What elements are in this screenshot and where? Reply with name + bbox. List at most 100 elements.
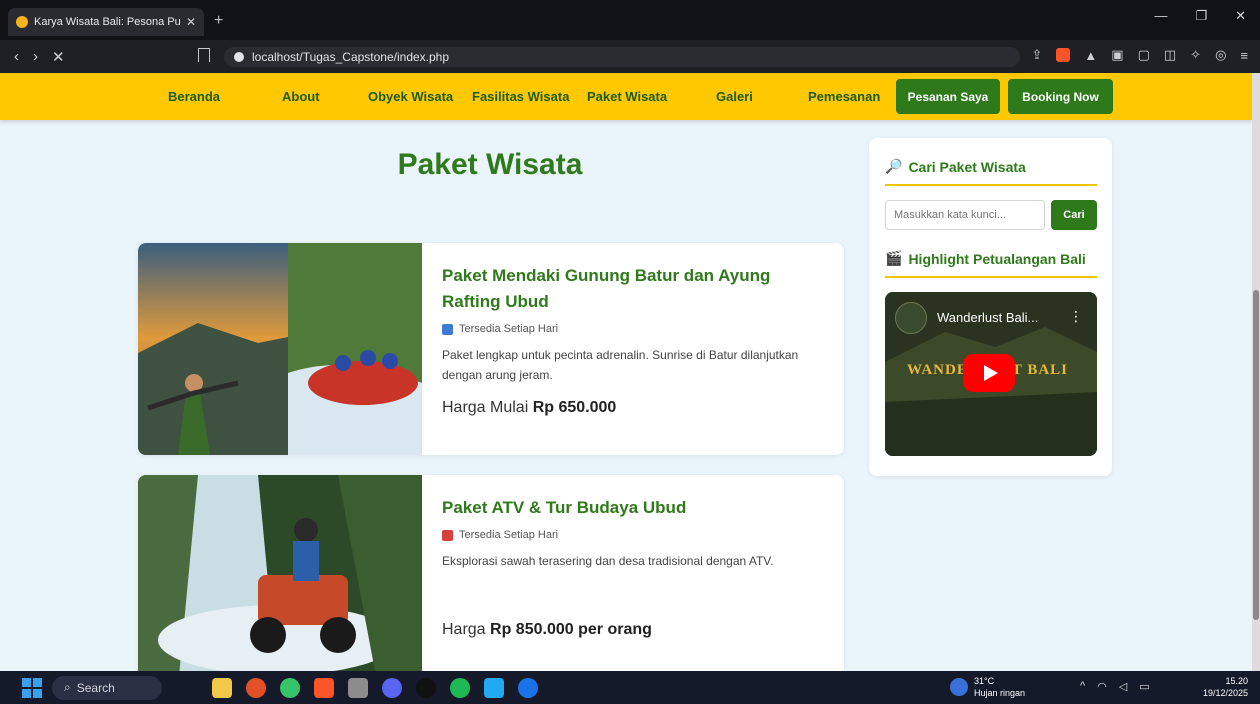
battery-icon[interactable]: ▭ (1139, 680, 1149, 693)
taskbar-search[interactable]: ⌕ Search (52, 675, 162, 700)
price-value: Rp 650.000 (532, 399, 617, 416)
atv-waterfall-image (138, 475, 422, 671)
rewards-icon[interactable]: ▲ (1084, 48, 1097, 63)
nav-beranda[interactable]: Beranda (168, 89, 220, 104)
nav-galeri[interactable]: Galeri (716, 89, 753, 104)
close-tab-icon[interactable]: ✕ (186, 15, 196, 29)
clock[interactable]: 15.20 19/12/2025 (1203, 675, 1248, 699)
availability: Tersedia Setiap Hari (442, 529, 822, 541)
booking-now-button[interactable]: Booking Now (1008, 79, 1113, 114)
url-text: localhost/Tugas_Capstone/index.php (252, 50, 450, 64)
browser-tab[interactable]: Karya Wisata Bali: Pesona Pulau ✕ (8, 8, 204, 36)
address-toolbar: ‹ › ✕ localhost/Tugas_Capstone/index.php… (0, 40, 1260, 73)
minimize-icon[interactable]: — (1154, 8, 1167, 24)
package-title[interactable]: Paket Mendaki Gunung Batur dan Ayung Raf… (442, 263, 822, 315)
menu-icon[interactable]: ≡ (1240, 48, 1248, 63)
vscode-icon[interactable] (484, 677, 504, 698)
nav-obyek-wisata[interactable]: Obyek Wisata (368, 89, 453, 104)
package-card[interactable]: Paket ATV & Tur Budaya Ubud Tersedia Set… (138, 475, 844, 671)
package-card[interactable]: Paket Mendaki Gunung Batur dan Ayung Raf… (138, 243, 844, 455)
share-icon[interactable]: ⇪ (1031, 47, 1042, 63)
weather-icon (950, 678, 968, 696)
wifi-icon[interactable]: ◠ (1097, 680, 1107, 693)
availability-text: Tersedia Setiap Hari (459, 529, 559, 541)
availability-text: Tersedia Setiap Hari (459, 323, 559, 335)
calendar-icon (442, 323, 453, 335)
file-explorer-icon[interactable] (212, 677, 232, 698)
restore-icon[interactable]: ❐ (1195, 8, 1207, 24)
system-tray: ^ ◠ ◁ ▭ (1080, 680, 1150, 693)
price-prefix: Harga Mulai (442, 399, 529, 416)
divider (885, 276, 1097, 278)
discord-icon[interactable] (382, 677, 402, 698)
pesanan-saya-button[interactable]: Pesanan Saya (896, 79, 1000, 114)
availability: Tersedia Setiap Hari (442, 323, 822, 335)
price-prefix: Harga (442, 621, 486, 638)
toolbar-extensions: ⇪ ▲ ▣ ▢ ◫ ✧ ◎ ≡ (1031, 47, 1248, 63)
volume-icon[interactable]: ◁ (1119, 680, 1127, 693)
leo-icon[interactable]: ✧ (1190, 47, 1201, 63)
vpn-icon[interactable]: ◎ (1215, 47, 1226, 63)
price-suffix: per orang (578, 621, 652, 638)
more-options-icon[interactable]: ⋮ (1069, 308, 1083, 325)
spotify-icon[interactable] (450, 677, 470, 698)
channel-avatar[interactable] (895, 302, 927, 334)
nav-about[interactable]: About (282, 89, 320, 104)
window-controls: — ❐ ✕ (1154, 8, 1260, 24)
reader-icon[interactable]: ▣ (1111, 47, 1123, 63)
film-icon: 🎬 (885, 250, 903, 266)
youtube-video-embed[interactable]: Wanderlust Bali... ⋮ WANDERLUST BALI (885, 292, 1097, 456)
stop-loading-icon[interactable]: ✕ (52, 48, 65, 66)
search-icon: ⌕ (64, 680, 71, 694)
video-title[interactable]: Wanderlust Bali... (937, 310, 1038, 325)
search-input[interactable] (885, 200, 1045, 230)
play-button[interactable] (963, 354, 1015, 392)
browser-tab-bar: Karya Wisata Bali: Pesona Pulau ✕ + — ❐ … (0, 0, 1260, 40)
clock-time: 15.20 (1225, 676, 1248, 686)
sidebar-toggle-icon[interactable]: ▢ (1138, 47, 1150, 63)
package-description: Eksplorasi sawah terasering dan desa tra… (442, 554, 774, 568)
site-favicon-icon (16, 16, 28, 28)
brave-shield-icon[interactable] (1056, 48, 1071, 62)
nav-fasilitas-wisata[interactable]: Fasilitas Wisata (472, 89, 569, 104)
chrome-icon[interactable] (246, 677, 266, 698)
windows-taskbar: ⌕ Search 31°C Hujan ringan ^ ◠ ◁ ▭ 15.20… (0, 671, 1260, 704)
package-description: Paket lengkap untuk pecinta adrenalin. S… (442, 348, 799, 382)
rafting-trekking-image (138, 243, 422, 455)
chevron-up-icon[interactable]: ^ (1080, 680, 1085, 693)
wallet-icon[interactable]: ◫ (1164, 47, 1176, 63)
whatsapp-icon[interactable] (280, 677, 300, 698)
search-button[interactable]: Cari (1051, 200, 1097, 230)
brave-icon[interactable] (314, 677, 334, 698)
forward-icon[interactable]: › (33, 48, 38, 65)
page-title: Paket Wisata (397, 148, 583, 181)
package-price: Harga Mulai Rp 650.000 (442, 399, 822, 417)
package-price: Harga Rp 850.000 per orang (442, 621, 822, 639)
windows-start-icon[interactable] (22, 677, 42, 698)
package-title[interactable]: Paket ATV & Tur Budaya Ubud (442, 495, 822, 521)
search-section-title: 🔎 Cari Paket Wisata (885, 158, 1026, 175)
price-value: Rp 850.000 (490, 621, 574, 638)
tab-title: Karya Wisata Bali: Pesona Pulau (34, 16, 180, 28)
new-tab-icon[interactable]: + (214, 12, 223, 30)
url-bar[interactable]: localhost/Tugas_Capstone/index.php (224, 47, 1020, 67)
site-info-icon[interactable] (234, 52, 244, 62)
scrollbar-thumb[interactable] (1253, 290, 1259, 620)
nav-pemesanan[interactable]: Pemesanan (808, 89, 880, 104)
photos-icon[interactable] (348, 677, 368, 698)
atv-icon (442, 529, 453, 541)
nav-paket-wisata[interactable]: Paket Wisata (587, 89, 667, 104)
weather-widget[interactable]: 31°C Hujan ringan (950, 675, 1025, 699)
bookmark-icon[interactable] (198, 48, 210, 62)
taskbar-apps (212, 677, 538, 698)
sidebar: 🔎 Cari Paket Wisata Cari 🎬 Highlight Pet… (869, 138, 1112, 476)
edge-icon[interactable] (518, 677, 538, 698)
clock-date: 19/12/2025 (1202, 688, 1248, 698)
back-icon[interactable]: ‹ (14, 48, 19, 65)
search-icon: 🔎 (885, 158, 903, 174)
site-navbar: Beranda About Obyek Wisata Fasilitas Wis… (0, 73, 1252, 120)
tiktok-icon[interactable] (416, 677, 436, 698)
weather-desc: Hujan ringan (974, 688, 1026, 698)
close-window-icon[interactable]: ✕ (1235, 8, 1246, 24)
weather-temp: 31°C (974, 676, 995, 686)
